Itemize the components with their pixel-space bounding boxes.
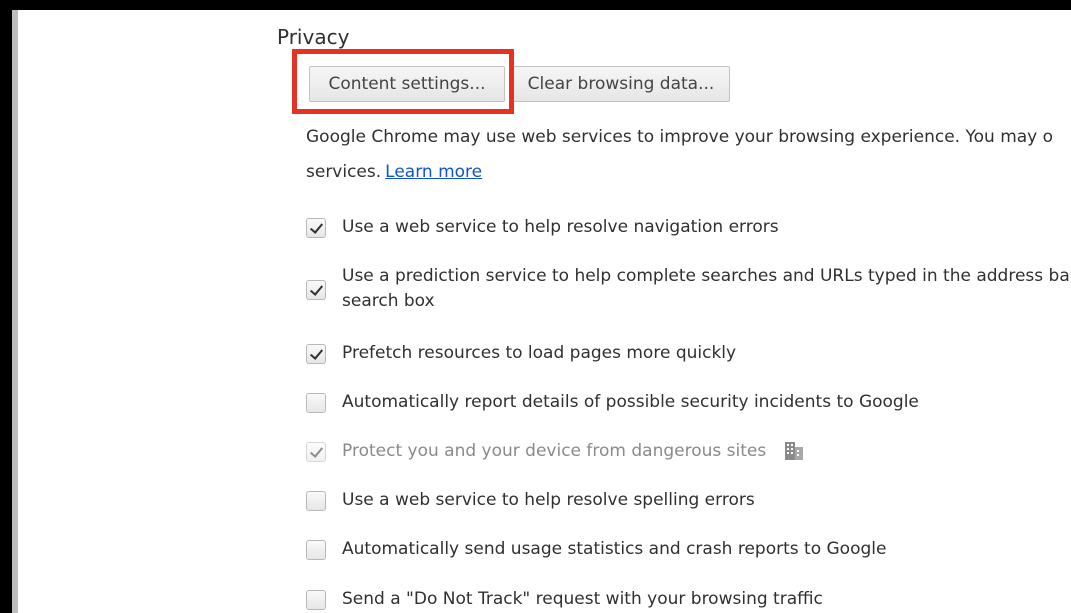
do-not-track-checkbox[interactable] [306,590,326,610]
option-label: Prefetch resources to load pages more qu… [342,343,737,363]
option-label: Automatically report details of possible… [342,392,919,412]
spelling-errors-checkbox[interactable] [306,491,326,511]
privacy-description-continued: services. Learn more [306,162,482,182]
option-label: Use a prediction service to help complet… [342,266,1070,286]
privacy-section-title: Privacy [277,25,350,49]
privacy-description: Google Chrome may use web services to im… [306,127,1054,147]
prefetch-checkbox[interactable] [306,344,326,364]
enterprise-policy-icon [784,441,804,461]
option-label: Protect you and your device from dangero… [342,441,767,461]
option-label-disabled: Protect you and your device from dangero… [342,439,804,463]
settings-panel: Privacy Content settings... Clear browsi… [12,10,1071,613]
option-label: Use a web service to help resolve spelli… [342,490,755,510]
option-label: Send a "Do Not Track" request with your … [342,589,823,609]
safe-browsing-checkbox [306,442,326,462]
clear-browsing-data-button[interactable]: Clear browsing data... [512,66,730,102]
option-label: Use a web service to help resolve naviga… [342,217,779,237]
learn-more-link[interactable]: Learn more [385,162,482,182]
privacy-description-end: services. [306,162,382,182]
usage-statistics-checkbox[interactable] [306,540,326,560]
option-label: Automatically send usage statistics and … [342,539,887,559]
navigation-errors-checkbox[interactable] [306,218,326,238]
content-settings-button[interactable]: Content settings... [309,66,505,102]
panel-left-edge [12,10,18,613]
security-incidents-checkbox[interactable] [306,393,326,413]
option-label-continued: search box [342,291,435,311]
prediction-service-checkbox[interactable] [306,280,326,300]
